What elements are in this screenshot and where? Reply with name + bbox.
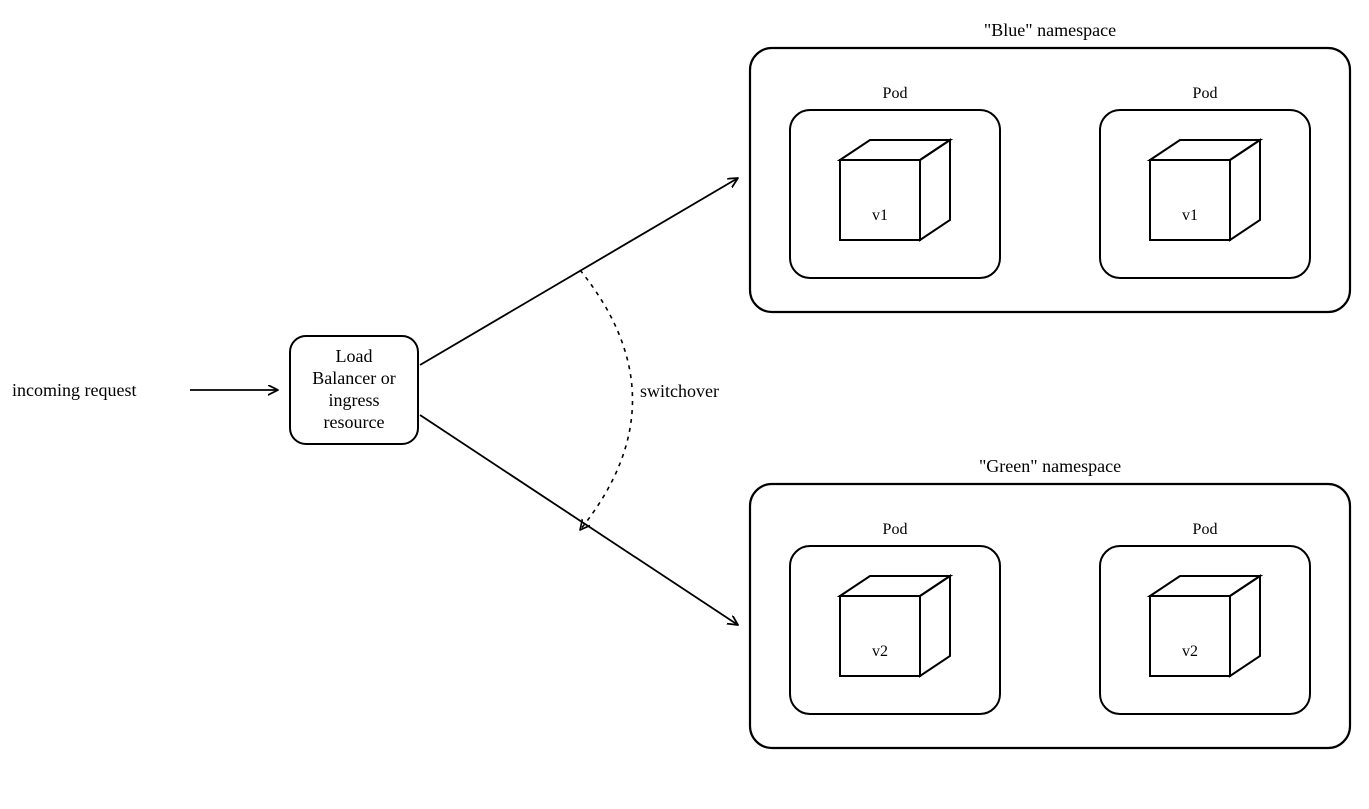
switchover-label: switchover <box>640 381 719 401</box>
green-namespace-title: "Green" namespace <box>979 456 1121 476</box>
cube-icon: v2 <box>1150 576 1260 676</box>
blue-pod-1-version: v1 <box>872 207 888 224</box>
lb-line4: resource <box>324 412 385 432</box>
load-balancer-node: Load Balancer or ingress resource <box>290 336 418 444</box>
green-pod-2-label: Pod <box>1193 521 1218 538</box>
blue-namespace: "Blue" namespace Pod v1 Pod v1 <box>750 20 1350 312</box>
lb-line3: ingress <box>329 390 380 410</box>
blue-pod-2-label: Pod <box>1193 85 1218 102</box>
green-pod-1: Pod v2 <box>790 521 1000 714</box>
arrow-lb-to-green <box>420 415 738 625</box>
cube-icon: v1 <box>840 140 950 240</box>
cube-icon: v2 <box>840 576 950 676</box>
blue-pod-2: Pod v1 <box>1100 85 1310 278</box>
diagram-canvas: incoming request Load Balancer or ingres… <box>0 0 1369 809</box>
incoming-request-label: incoming request <box>12 380 136 400</box>
blue-pod-1: Pod v1 <box>790 85 1000 278</box>
arrow-lb-to-blue <box>420 178 738 365</box>
blue-namespace-title: "Blue" namespace <box>984 20 1116 40</box>
cube-icon: v1 <box>1150 140 1260 240</box>
arrow-switchover <box>580 270 633 530</box>
green-namespace: "Green" namespace Pod v2 Pod v2 <box>750 456 1350 748</box>
blue-pod-2-version: v1 <box>1182 207 1198 224</box>
green-pod-1-version: v2 <box>872 643 888 660</box>
green-pod-2: Pod v2 <box>1100 521 1310 714</box>
green-pod-1-label: Pod <box>883 521 908 538</box>
blue-pod-1-label: Pod <box>883 85 908 102</box>
lb-line1: Load <box>336 346 373 366</box>
lb-line2: Balancer or <box>312 368 395 388</box>
green-pod-2-version: v2 <box>1182 643 1198 660</box>
